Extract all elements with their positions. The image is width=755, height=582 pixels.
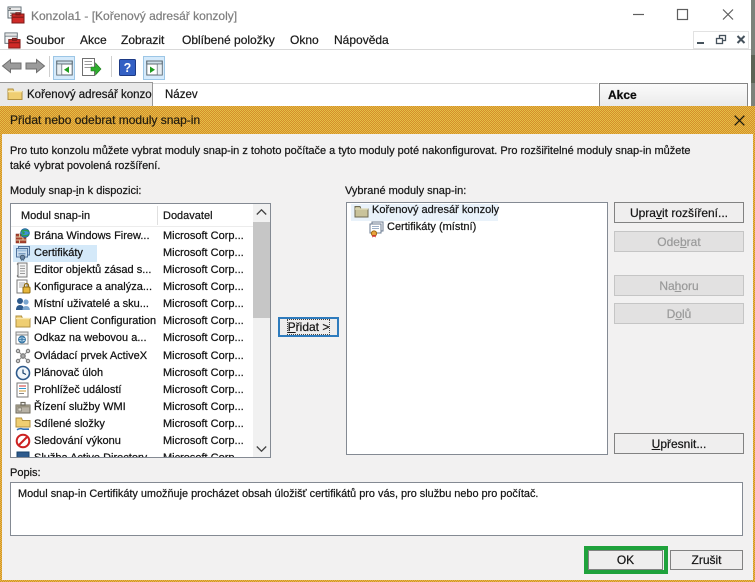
svg-text:?: ? (124, 61, 132, 75)
